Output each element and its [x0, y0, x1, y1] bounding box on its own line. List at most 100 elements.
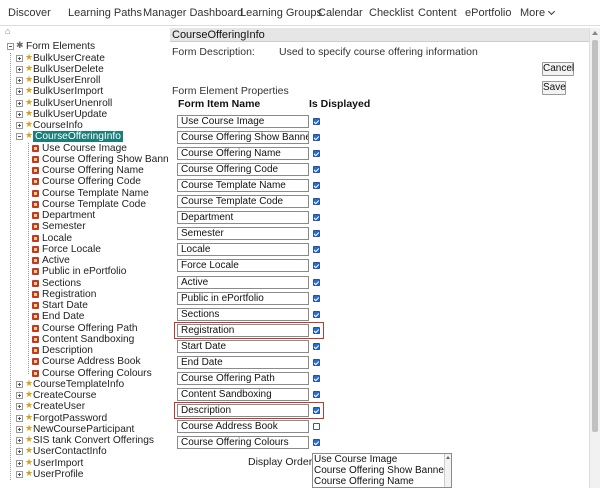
expand-icon[interactable] — [16, 54, 23, 62]
star-icon: ★ — [25, 62, 34, 73]
is-displayed-checkbox[interactable] — [313, 374, 320, 382]
expand-icon[interactable] — [16, 392, 23, 399]
is-displayed-checkbox[interactable] — [313, 422, 320, 430]
display-order-option[interactable]: Course Offering Show Banner — [313, 465, 451, 476]
is-displayed-checkbox[interactable] — [313, 118, 320, 125]
form-item-course-offering-code: Course Offering Code — [177, 163, 309, 177]
tree-leaf-department[interactable]: Department — [0, 210, 168, 221]
is-displayed-checkbox[interactable] — [313, 390, 320, 398]
nav-learning-paths[interactable]: Learning Paths — [68, 7, 142, 19]
is-displayed-checkbox[interactable] — [313, 214, 320, 222]
nav-learning-groups[interactable]: Learning Groups — [240, 7, 322, 19]
form-item-course-address-book: Course Address Book — [177, 419, 309, 433]
tree-leaf-course-offering-code[interactable]: Course Offering Code — [0, 176, 168, 187]
cancel-button[interactable]: Cancel — [542, 62, 574, 76]
nav-checklist[interactable]: Checklist — [369, 7, 414, 19]
tree-leaf-label: Course Template Code — [42, 198, 147, 210]
is-displayed-checkbox[interactable] — [313, 150, 320, 158]
tree-leaf-public-in-eportfolio[interactable]: Public in ePortfolio — [0, 266, 168, 277]
expand-icon[interactable] — [16, 77, 23, 84]
nav-content[interactable]: Content — [418, 7, 457, 19]
tree-leaf-sections[interactable]: Sections — [0, 278, 168, 289]
display-order-scrollbar[interactable] — [444, 454, 451, 487]
tree-node-label: CourseInfo — [33, 120, 83, 131]
is-displayed-checkbox[interactable] — [313, 198, 320, 206]
expand-icon[interactable] — [16, 99, 23, 107]
page-scrollbar[interactable] — [589, 28, 600, 488]
nav-discover[interactable]: Discover — [8, 7, 51, 19]
expand-icon[interactable] — [16, 110, 23, 118]
form-description-label: Form Description: — [172, 46, 255, 58]
star-icon: ★ — [25, 434, 34, 444]
tree-leaf-description[interactable]: Description — [0, 345, 168, 356]
tree-leaf-label: Department — [42, 210, 96, 221]
is-displayed-checkbox[interactable] — [313, 278, 320, 286]
expand-icon[interactable] — [16, 380, 23, 388]
tree-leaf-semester[interactable]: Semester — [0, 221, 168, 232]
tree-node-courseofferinginfo[interactable]: ★ CourseOfferingInfo — [0, 130, 168, 143]
is-displayed-checkbox[interactable] — [313, 310, 320, 318]
tree-leaf-locale[interactable]: Locale — [0, 233, 168, 244]
is-displayed-checkbox[interactable] — [313, 439, 320, 446]
tree-leaf-course-offering-show-banner[interactable]: Course Offering Show Banner — [0, 154, 168, 165]
tree-leaf-end-date[interactable]: End Date — [0, 311, 168, 322]
is-displayed-checkbox[interactable] — [313, 166, 320, 174]
field-icon — [32, 279, 39, 287]
expand-icon[interactable] — [16, 459, 23, 467]
display-order-option[interactable]: Course Offering Name — [313, 476, 451, 487]
is-displayed-checkbox[interactable] — [313, 342, 320, 350]
is-displayed-checkbox[interactable] — [313, 182, 320, 190]
expand-icon[interactable] — [16, 414, 23, 422]
tree-node-userprofile[interactable]: ★ UserProfile — [0, 468, 168, 480]
tree-leaf-label: Locale — [42, 232, 73, 244]
nav-calendar[interactable]: Calendar — [318, 7, 363, 19]
expand-icon[interactable] — [16, 448, 23, 456]
field-icon — [32, 212, 39, 219]
nav-eportfolio[interactable]: ePortfolio — [465, 7, 511, 19]
expand-icon[interactable] — [16, 437, 23, 444]
save-button[interactable]: Save — [542, 81, 566, 95]
star-icon: ★ — [25, 130, 34, 141]
tree-leaf-course-address-book[interactable]: Course Address Book — [0, 356, 168, 367]
tree-leaf-course-template-name[interactable]: Course Template Name — [0, 188, 168, 199]
expand-icon[interactable] — [16, 88, 23, 96]
expand-icon[interactable] — [16, 122, 23, 129]
tree-leaf-content-sandboxing[interactable]: Content Sandboxing — [0, 334, 168, 345]
tree-leaf-active[interactable]: Active — [0, 255, 168, 266]
display-order-option[interactable]: Use Course Image — [313, 454, 451, 465]
nav-more[interactable]: More — [520, 7, 556, 19]
tree-leaf-registration[interactable]: Registration — [0, 289, 168, 300]
field-icon — [32, 347, 39, 354]
expand-icon[interactable] — [16, 403, 23, 411]
nav-manager-dashboard[interactable]: Manager Dashboard — [143, 7, 243, 19]
tree-leaf-start-date[interactable]: Start Date — [0, 300, 168, 311]
tree-leaf-course-offering-name[interactable]: Course Offering Name — [0, 165, 168, 176]
tree-leaf-force-locale[interactable]: Force Locale — [0, 244, 168, 255]
field-icon — [32, 290, 39, 298]
form-item-course-offering-show-banner: Course Offering Show Banner — [177, 131, 309, 145]
is-displayed-checkbox[interactable] — [313, 294, 320, 302]
is-displayed-checkbox[interactable] — [313, 262, 320, 270]
tree-guide-line — [10, 52, 11, 480]
field-icon — [32, 234, 39, 242]
scrollbar-thumb[interactable] — [592, 40, 598, 432]
tree-leaf-course-offering-path[interactable]: Course Offering Path — [0, 323, 168, 334]
is-displayed-checkbox[interactable] — [313, 246, 320, 254]
expand-icon[interactable] — [16, 425, 23, 433]
display-order-list[interactable]: Use Course Image Course Offering Show Ban… — [312, 453, 452, 488]
form-item-course-template-name: Course Template Name — [177, 179, 309, 193]
tree-leaf-label: Course Template Name — [42, 187, 149, 199]
expand-icon[interactable] — [16, 470, 23, 478]
tree-leaf-course-template-code[interactable]: Course Template Code — [0, 199, 168, 210]
is-displayed-checkbox[interactable] — [313, 230, 320, 238]
is-displayed-checkbox[interactable] — [313, 358, 320, 366]
is-displayed-checkbox[interactable] — [313, 134, 320, 142]
star-icon: ★ — [25, 119, 34, 129]
expand-icon[interactable] — [16, 65, 23, 73]
tree-node-label: BulkUserCreate — [33, 52, 105, 64]
collapse-icon[interactable] — [16, 133, 23, 141]
tree-leaf-use-course-image[interactable]: Use Course Image — [0, 143, 168, 154]
collapse-icon[interactable] — [7, 43, 14, 51]
field-icon — [32, 200, 39, 208]
form-item-active: Active — [177, 275, 309, 289]
